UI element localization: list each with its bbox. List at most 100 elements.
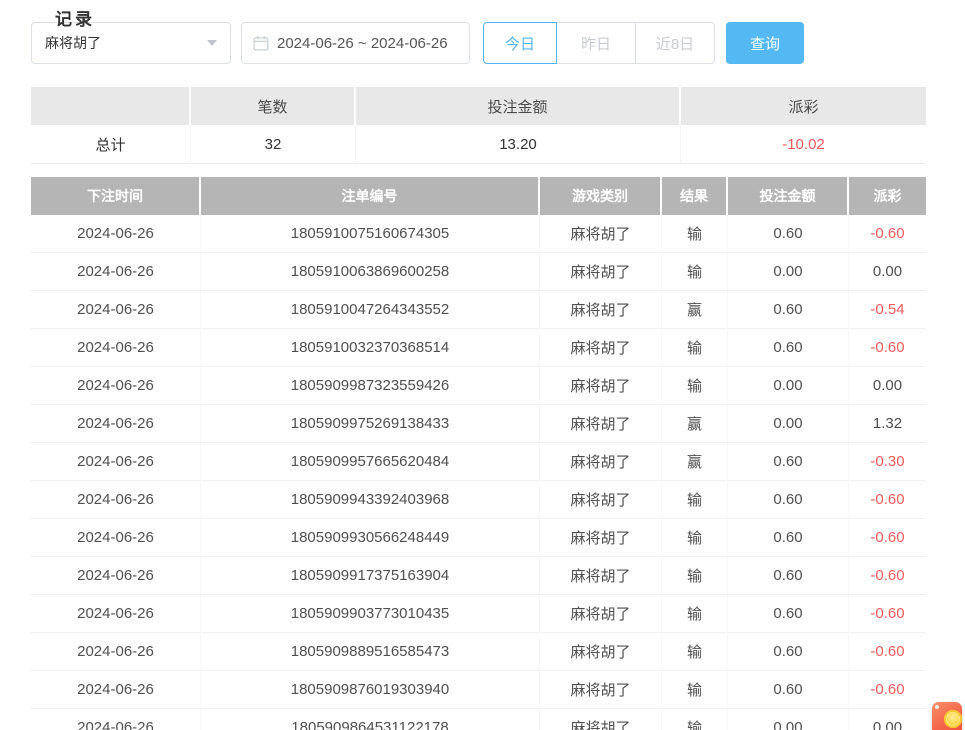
cell-bet-time: 2024-06-26 (31, 443, 201, 481)
cell-result: 赢 (662, 405, 728, 443)
records-page: 记录 麻将胡了 2024-06-26 ~ 2024-06-26 今日 昨日 近8… (31, 22, 926, 730)
cell-game-type: 麻将胡了 (540, 709, 662, 730)
cell-order-number: 1805910075160674305 (201, 215, 540, 253)
clipped-page-title: 记录 (55, 5, 95, 30)
chevron-down-icon (207, 40, 217, 46)
cell-game-type: 麻将胡了 (540, 481, 662, 519)
cell-bet-time: 2024-06-26 (31, 253, 201, 291)
cell-result: 输 (662, 709, 728, 730)
cell-bet-time: 2024-06-26 (31, 709, 201, 730)
cell-game-type: 麻将胡了 (540, 291, 662, 329)
cell-order-number: 1805910063869600258 (201, 253, 540, 291)
cell-order-number: 1805909876019303940 (201, 671, 540, 709)
cell-bet-time: 2024-06-26 (31, 557, 201, 595)
cell-bet-amount: 0.60 (728, 329, 849, 367)
table-row: 2024-06-261805909943392403968麻将胡了输0.60-0… (31, 481, 926, 519)
quick-range-last8days-button[interactable]: 近8日 (635, 22, 715, 64)
cell-bet-amount: 0.60 (728, 557, 849, 595)
table-row: 2024-06-261805909889516585473麻将胡了输0.60-0… (31, 633, 926, 671)
cell-bet-time: 2024-06-26 (31, 633, 201, 671)
table-row: 2024-06-261805910047264343552麻将胡了赢0.60-0… (31, 291, 926, 329)
cell-payout: -0.60 (849, 595, 926, 633)
summary-header-count: 笔数 (191, 87, 356, 125)
cell-order-number: 1805909930566248449 (201, 519, 540, 557)
cell-bet-time: 2024-06-26 (31, 367, 201, 405)
date-range-input[interactable]: 2024-06-26 ~ 2024-06-26 (241, 22, 470, 64)
cell-order-number: 1805910047264343552 (201, 291, 540, 329)
table-row: 2024-06-261805910063869600258麻将胡了输0.000.… (31, 253, 926, 291)
cell-result: 赢 (662, 443, 728, 481)
cell-result: 输 (662, 215, 728, 253)
cell-bet-amount: 0.00 (728, 253, 849, 291)
cell-game-type: 麻将胡了 (540, 633, 662, 671)
cell-order-number: 1805909917375163904 (201, 557, 540, 595)
cell-payout: -0.60 (849, 519, 926, 557)
cell-order-number: 1805909957665620484 (201, 443, 540, 481)
quick-range-yesterday-button[interactable]: 昨日 (556, 22, 636, 64)
cell-bet-time: 2024-06-26 (31, 519, 201, 557)
summary-total-label: 总计 (31, 125, 191, 164)
cell-game-type: 麻将胡了 (540, 671, 662, 709)
summary-total-bet-amount: 13.20 (356, 125, 681, 164)
cell-result: 输 (662, 253, 728, 291)
cell-bet-amount: 0.00 (728, 367, 849, 405)
cell-order-number: 1805909903773010435 (201, 595, 540, 633)
header-payout: 派彩 (849, 177, 926, 215)
cell-order-number: 1805909864531122178 (201, 709, 540, 730)
cell-order-number: 1805909975269138433 (201, 405, 540, 443)
summary-header-blank (31, 87, 191, 125)
query-button[interactable]: 查询 (726, 22, 804, 64)
cell-bet-amount: 0.00 (728, 709, 849, 730)
cell-bet-time: 2024-06-26 (31, 215, 201, 253)
header-game-type: 游戏类别 (540, 177, 662, 215)
cell-bet-time: 2024-06-26 (31, 329, 201, 367)
summary-table: 笔数 投注金额 派彩 总计 32 13.20 -10.02 (31, 87, 926, 164)
header-bet-amount: 投注金额 (728, 177, 849, 215)
table-row: 2024-06-261805909903773010435麻将胡了输0.60-0… (31, 595, 926, 633)
cell-bet-time: 2024-06-26 (31, 405, 201, 443)
cell-order-number: 1805909889516585473 (201, 633, 540, 671)
quick-range-today-button[interactable]: 今日 (483, 22, 557, 64)
cell-payout: -0.60 (849, 671, 926, 709)
cell-result: 输 (662, 481, 728, 519)
cell-bet-amount: 0.60 (728, 671, 849, 709)
cell-payout: 0.00 (849, 367, 926, 405)
cell-game-type: 麻将胡了 (540, 329, 662, 367)
filter-bar: 麻将胡了 2024-06-26 ~ 2024-06-26 今日 昨日 近8日 查… (31, 22, 926, 64)
cell-game-type: 麻将胡了 (540, 519, 662, 557)
table-row: 2024-06-261805909864531122178麻将胡了输0.000.… (31, 709, 926, 730)
quick-range-group: 今日 昨日 近8日 (483, 22, 715, 64)
calendar-icon (253, 35, 269, 51)
summary-header-bet-amount: 投注金额 (356, 87, 681, 125)
date-range-value: 2024-06-26 ~ 2024-06-26 (277, 35, 448, 52)
red-envelope-icon[interactable] (932, 702, 962, 730)
cell-bet-amount: 0.60 (728, 481, 849, 519)
cell-order-number: 1805910032370368514 (201, 329, 540, 367)
cell-order-number: 1805909943392403968 (201, 481, 540, 519)
cell-payout: -0.30 (849, 443, 926, 481)
bet-table-body: 2024-06-261805910075160674305麻将胡了输0.60-0… (31, 215, 926, 730)
cell-payout: -0.60 (849, 481, 926, 519)
table-row: 2024-06-261805909987323559426麻将胡了输0.000.… (31, 367, 926, 405)
table-row: 2024-06-261805909876019303940麻将胡了输0.60-0… (31, 671, 926, 709)
cell-game-type: 麻将胡了 (540, 367, 662, 405)
game-type-select-value: 麻将胡了 (45, 33, 101, 53)
bet-table-header-row: 下注时间 注单编号 游戏类别 结果 投注金额 派彩 (31, 177, 926, 215)
bet-records-table: 下注时间 注单编号 游戏类别 结果 投注金额 派彩 2024-06-261805… (31, 177, 926, 730)
cell-payout: -0.60 (849, 633, 926, 671)
cell-result: 输 (662, 519, 728, 557)
cell-result: 输 (662, 329, 728, 367)
cell-game-type: 麻将胡了 (540, 215, 662, 253)
cell-payout: -0.60 (849, 557, 926, 595)
table-row: 2024-06-261805910032370368514麻将胡了输0.60-0… (31, 329, 926, 367)
table-row: 2024-06-261805909930566248449麻将胡了输0.60-0… (31, 519, 926, 557)
cell-payout: -0.60 (849, 215, 926, 253)
cell-bet-time: 2024-06-26 (31, 671, 201, 709)
cell-result: 输 (662, 595, 728, 633)
cell-bet-amount: 0.00 (728, 405, 849, 443)
cell-bet-amount: 0.60 (728, 633, 849, 671)
gold-coin-icon (944, 710, 962, 728)
summary-total-row: 总计 32 13.20 -10.02 (31, 125, 926, 164)
table-row: 2024-06-261805909917375163904麻将胡了输0.60-0… (31, 557, 926, 595)
cell-result: 输 (662, 633, 728, 671)
